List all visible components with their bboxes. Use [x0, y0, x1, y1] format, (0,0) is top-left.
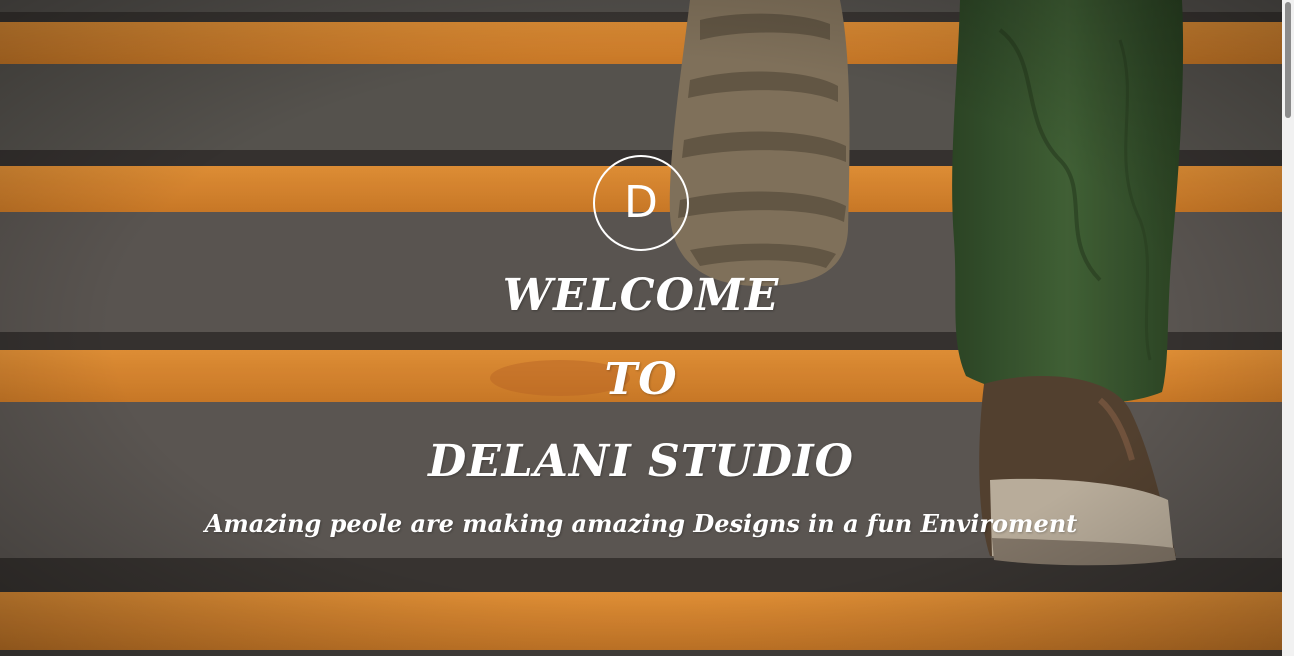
page-scrollbar[interactable] — [1282, 0, 1294, 656]
page: D WELCOME TO DELANI STUDIO Amazing peole… — [0, 0, 1294, 656]
hero-tagline: Amazing peole are making amazing Designs… — [204, 509, 1078, 538]
headline-welcome: WELCOME — [502, 270, 780, 321]
logo-letter: D — [624, 177, 658, 228]
hero-content: D WELCOME TO DELANI STUDIO Amazing peole… — [0, 0, 1282, 656]
scrollbar-thumb[interactable] — [1285, 2, 1291, 118]
headline-studio-name: DELANI STUDIO — [428, 436, 854, 487]
logo-circle[interactable]: D — [593, 155, 689, 251]
hero-section: D WELCOME TO DELANI STUDIO Amazing peole… — [0, 0, 1282, 656]
headline-to: TO — [604, 354, 678, 405]
